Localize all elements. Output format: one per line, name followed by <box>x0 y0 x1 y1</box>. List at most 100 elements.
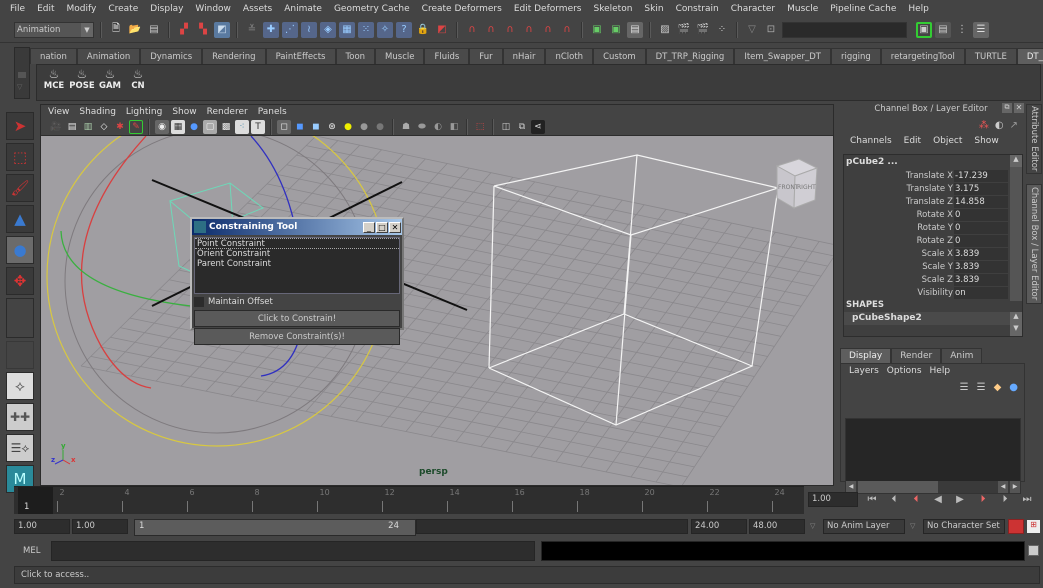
magnet-curve-icon[interactable]: ∩ <box>483 22 499 38</box>
2d-pan-zoom-icon[interactable]: ✱ <box>113 120 127 134</box>
shelf-menu-icon[interactable] <box>18 72 26 78</box>
channel-label[interactable]: Translate X <box>844 171 954 181</box>
paint-select-tool-icon[interactable]: 🖌 <box>6 174 34 202</box>
menu-help[interactable]: Help <box>926 366 955 376</box>
script-editor-icon[interactable] <box>1028 545 1039 556</box>
shelf-tab-ncloth[interactable]: nCloth <box>545 48 594 64</box>
select-tool-icon[interactable]: ➤ <box>6 112 34 140</box>
channel-value[interactable]: on <box>954 286 1008 299</box>
flat-shade-icon[interactable]: ▢ <box>203 120 217 134</box>
wireframe-icon[interactable]: ◻ <box>277 120 291 134</box>
shelf-tab-item-swapper-dt[interactable]: Item_Swapper_DT <box>734 48 831 64</box>
scale-tool-icon[interactable]: ✥ <box>6 267 34 295</box>
menu-skeleton[interactable]: Skeleton <box>588 4 639 14</box>
lock-icon[interactable]: 🔒 <box>415 22 431 38</box>
menu-geometry-cache[interactable]: Geometry Cache <box>328 4 416 14</box>
channel-value[interactable]: 3.839 <box>954 260 1008 273</box>
empty-tool-slot[interactable] <box>6 298 34 338</box>
channel-menu-edit[interactable]: Edit <box>898 136 927 146</box>
scroll-up-icon[interactable]: ▲ <box>1010 155 1022 167</box>
step-forward-frame-icon[interactable]: ⏵ <box>997 492 1013 508</box>
shelf-tab-turtle[interactable]: TURTLE <box>964 48 1017 64</box>
go-to-end-icon[interactable]: ⏭ <box>1019 492 1035 508</box>
textures-icon[interactable]: ⁖ <box>235 120 249 134</box>
image-plane-icon[interactable]: ◇ <box>97 120 111 134</box>
xray-icon[interactable]: ▩ <box>219 120 233 134</box>
menu-display[interactable]: Display <box>144 4 189 14</box>
camera-attributes-icon[interactable]: ▤ <box>65 120 79 134</box>
hud-icon[interactable]: ⧉ <box>515 120 529 134</box>
current-frame-marker[interactable]: 1 <box>18 487 53 514</box>
object-name[interactable]: pCube2 ... <box>844 155 1022 169</box>
mel-label[interactable]: MEL <box>23 546 40 556</box>
channel-value[interactable]: 3.839 <box>954 247 1008 260</box>
input-line-field[interactable] <box>782 21 907 38</box>
resolution-gate-icon[interactable]: T <box>251 120 265 134</box>
shelf-button-cn[interactable]: ♨ CN <box>125 67 151 97</box>
preferences-icon[interactable]: ⊞ <box>1027 520 1040 533</box>
channel-value[interactable]: 0 <box>954 221 1008 234</box>
play-forwards-icon[interactable]: ▶ <box>952 492 968 508</box>
scene-canvas[interactable]: FRONT RIGHT y x z <box>41 136 834 486</box>
auto-key-icon[interactable] <box>1008 519 1024 534</box>
channel-menu-object[interactable]: Object <box>927 136 968 146</box>
layer-list[interactable]: ◀ ◀ ▶ <box>845 418 1021 494</box>
channel-menu-channels[interactable]: Channels <box>844 136 898 146</box>
select-highlight-icon[interactable]: ◩ <box>434 22 450 38</box>
ipr-render-icon[interactable]: 🎬 <box>695 22 711 38</box>
play-backwards-icon[interactable]: ◀ <box>930 492 946 508</box>
end-time-field[interactable]: 48.00 <box>749 519 805 534</box>
anim-layer-field[interactable]: No Anim Layer <box>823 519 905 534</box>
mel-input[interactable] <box>51 541 535 561</box>
wireframe-on-shaded-icon[interactable]: ▦ <box>171 120 185 134</box>
shelf-tab-dynamics[interactable]: Dynamics <box>140 48 203 64</box>
shelf-tab-custom[interactable]: Custom <box>593 48 646 64</box>
channel-menu-show[interactable]: Show <box>968 136 1004 146</box>
shelf-tab-muscle[interactable]: Muscle <box>375 48 425 64</box>
menu-create-deformers[interactable]: Create Deformers <box>416 4 508 14</box>
shelf-tab-fur[interactable]: Fur <box>469 48 503 64</box>
viewport-menu-show[interactable]: Show <box>167 107 201 117</box>
shelf-tab-retargetingtool[interactable]: retargetingTool <box>880 48 965 64</box>
mask-icon[interactable]: ≚ <box>244 22 260 38</box>
start-time-field[interactable]: 1.00 <box>14 519 70 534</box>
list-item[interactable]: Point Constraint <box>195 238 399 249</box>
render-input-icon[interactable]: ▣ <box>589 22 605 38</box>
shelf-tab-toon[interactable]: Toon <box>335 48 376 64</box>
checkbox-box[interactable] <box>194 297 204 307</box>
remove-constraints-button[interactable]: Remove Constraint(s)! <box>194 328 400 345</box>
step-back-key-icon[interactable]: ⏴ <box>908 492 924 508</box>
range-slider[interactable]: 1 24 <box>134 519 416 536</box>
shelf-tab-animation[interactable]: Animation <box>76 48 141 64</box>
minimize-icon[interactable]: _ <box>363 221 375 233</box>
tab-attribute-editor[interactable]: Attribute Editor <box>1026 104 1042 174</box>
select-camera-icon[interactable]: 🎥 <box>49 120 63 134</box>
channel-label[interactable]: Scale Z <box>844 275 954 285</box>
channel-label[interactable]: Translate Z <box>844 197 954 207</box>
shelf-tab-painteffects[interactable]: PaintEffects <box>265 48 336 64</box>
open-scene-icon[interactable]: 📂 <box>127 22 143 38</box>
channel-value[interactable]: 0 <box>954 208 1008 221</box>
render-settings-icon[interactable]: ⁘ <box>714 22 730 38</box>
select-region-icon[interactable]: ⬚ <box>473 120 487 134</box>
shelf-button-pose[interactable]: ♨ POSE <box>69 67 95 97</box>
viewport-persp[interactable]: View Shading Lighting Show Renderer Panels 🎥 … <box>40 104 834 486</box>
four-view-layout-icon[interactable]: ✚✚ <box>6 403 34 431</box>
select-component-icon[interactable]: ◩ <box>214 21 230 38</box>
shelf-button-mce[interactable]: ♨ MCE <box>41 67 67 97</box>
channel-label[interactable]: Scale X <box>844 249 954 259</box>
maximize-icon[interactable]: □ <box>376 221 388 233</box>
render-icon[interactable]: 🎬 <box>676 22 692 38</box>
shelf-tab-nation[interactable]: nation <box>30 48 77 64</box>
shelf-tab-nhair[interactable]: nHair <box>502 48 546 64</box>
share-icon[interactable]: ⋖ <box>531 120 545 134</box>
list-item[interactable]: Orient Constraint <box>195 249 399 260</box>
tab-anim[interactable]: Anim <box>941 348 983 363</box>
close-panel-icon[interactable]: ✕ <box>1014 103 1024 113</box>
default-light-icon[interactable]: ● <box>341 120 355 134</box>
new-scene-icon[interactable]: 🗎 <box>108 22 124 38</box>
magnet-live-icon[interactable]: ∩ <box>559 22 575 38</box>
menu-muscle[interactable]: Muscle <box>781 4 824 14</box>
viewcube-right[interactable]: RIGHT <box>797 184 816 191</box>
channel-label[interactable]: Translate Y <box>844 184 954 194</box>
